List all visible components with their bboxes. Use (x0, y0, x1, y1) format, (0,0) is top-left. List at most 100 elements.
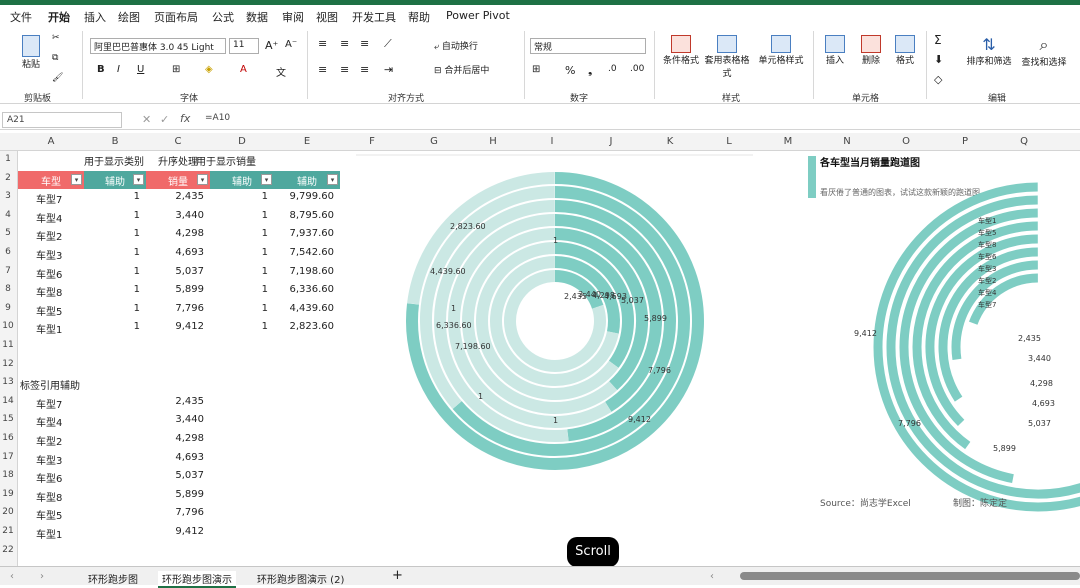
table-cell[interactable]: 车型8 (36, 284, 62, 299)
cell-style-button[interactable]: 单元格样式 (754, 35, 808, 66)
table-cell[interactable]: 5,037 (146, 266, 204, 277)
table-header-cell[interactable]: 车型 ▾ (18, 170, 84, 189)
column-header[interactable]: D (210, 136, 274, 147)
accounting-icon[interactable]: ⊞ (532, 64, 540, 75)
table-cell[interactable]: 1 (84, 266, 140, 277)
filter-dropdown-icon[interactable]: ▾ (197, 173, 208, 185)
column-header[interactable]: H (464, 136, 522, 147)
clear-icon[interactable]: ◇ (934, 73, 942, 86)
row-header[interactable]: 10 (0, 321, 16, 331)
horizontal-scrollbar[interactable] (740, 572, 1080, 580)
merge-center-button[interactable]: ⊟ 合并后居中 (434, 63, 489, 76)
row-header[interactable]: 5 (0, 228, 16, 238)
copy-icon[interactable]: ⧉ (52, 53, 58, 63)
row-header[interactable]: 1 (0, 154, 16, 164)
fx-icon[interactable]: fx (180, 112, 190, 125)
row-header[interactable]: 16 (0, 433, 16, 443)
aux-cell[interactable]: 车型4 (36, 414, 62, 429)
conditional-format-button[interactable]: 条件格式 (660, 35, 702, 66)
column-header[interactable]: C (146, 136, 210, 147)
menu-home[interactable]: 开始 (48, 9, 70, 25)
align-right-icon[interactable]: ≡ (360, 63, 369, 76)
sort-filter-button[interactable]: ⇅ 排序和筛选 (962, 35, 1016, 67)
table-cell[interactable]: 车型5 (36, 303, 62, 318)
menu-data[interactable]: 数据 (246, 9, 268, 25)
column-header[interactable]: K (640, 136, 700, 147)
delete-cells-button[interactable]: 删除 (856, 35, 886, 66)
menu-developer[interactable]: 开发工具 (352, 9, 396, 25)
table-cell[interactable]: 2,823.60 (274, 321, 334, 332)
table-header-cell[interactable]: 辅助 ▾ (210, 170, 274, 189)
menu-view[interactable]: 视图 (316, 9, 338, 25)
fill-icon[interactable]: ⬇ (934, 53, 943, 66)
table-cell[interactable]: 1 (210, 191, 268, 202)
align-middle-icon[interactable]: ≡ (340, 37, 349, 50)
menu-insert[interactable]: 插入 (84, 9, 106, 25)
row-header[interactable]: 18 (0, 470, 16, 480)
table-cell[interactable]: 1 (84, 284, 140, 295)
border-icon[interactable]: ⊞ (172, 64, 180, 75)
row-header[interactable]: 8 (0, 284, 16, 294)
aux-cell[interactable]: 车型7 (36, 396, 62, 411)
table-cell[interactable]: 1 (210, 247, 268, 258)
aux-cell[interactable]: 4,693 (146, 452, 204, 463)
align-bottom-icon[interactable]: ≡ (360, 37, 369, 50)
sheet-tab[interactable]: 环形跑步图 (88, 571, 138, 586)
menu-power-pivot[interactable]: Power Pivot (446, 9, 510, 22)
table-cell[interactable]: 1 (210, 266, 268, 277)
font-color-icon[interactable]: A (240, 64, 247, 75)
table-cell[interactable]: 7,796 (146, 303, 204, 314)
filter-dropdown-icon[interactable]: ▾ (261, 173, 272, 185)
table-cell[interactable]: 1 (84, 247, 140, 258)
aux-cell[interactable]: 2,435 (146, 396, 204, 407)
row-header[interactable]: 6 (0, 247, 16, 257)
table-cell[interactable]: 9,412 (146, 321, 204, 332)
table-header-cell[interactable]: 辅助 ▾ (274, 170, 340, 189)
fill-color-icon[interactable]: ◈ (205, 64, 213, 75)
table-cell[interactable]: 6,336.60 (274, 284, 334, 295)
column-header[interactable]: F (340, 136, 404, 147)
format-as-table-button[interactable]: 套用表格格式 (704, 35, 750, 79)
table-cell[interactable]: 1 (210, 303, 268, 314)
table-cell[interactable]: 车型6 (36, 266, 62, 281)
row-header[interactable]: 9 (0, 303, 16, 313)
column-header[interactable]: G (404, 136, 464, 147)
find-select-button[interactable]: ⌕ 查找和选择 (1018, 35, 1070, 68)
aux-cell[interactable]: 车型8 (36, 489, 62, 504)
filter-dropdown-icon[interactable]: ▾ (133, 173, 144, 185)
name-box[interactable]: A21 (2, 112, 122, 128)
orientation-icon[interactable]: ⟋ (384, 37, 392, 51)
sheet-tab[interactable]: 环形跑步图演示 (2) (257, 571, 344, 586)
menu-file[interactable]: 文件 (10, 9, 32, 25)
column-header[interactable]: Q (994, 136, 1054, 147)
table-cell[interactable]: 3,440 (146, 210, 204, 221)
column-header[interactable]: J (582, 136, 640, 147)
cut-icon[interactable]: ✂ (52, 33, 60, 43)
autosum-icon[interactable]: Σ (934, 33, 942, 47)
filter-dropdown-icon[interactable]: ▾ (327, 173, 338, 185)
indent-icon[interactable]: ⇥ (384, 63, 393, 76)
percent-icon[interactable]: % (565, 64, 575, 77)
wrap-text-button[interactable]: ⤶ 自动换行 (434, 39, 478, 52)
filter-dropdown-icon[interactable]: ▾ (71, 173, 82, 185)
decrease-decimal-icon[interactable]: .00 (630, 64, 644, 74)
row-header[interactable]: 2 (0, 173, 16, 183)
column-header[interactable]: N (818, 136, 876, 147)
table-cell[interactable]: 4,693 (146, 247, 204, 258)
comma-icon[interactable]: ❟ (588, 64, 592, 78)
enter-icon[interactable]: ✓ (160, 113, 169, 126)
aux-cell[interactable]: 3,440 (146, 414, 204, 425)
align-left-icon[interactable]: ≡ (318, 63, 327, 76)
table-cell[interactable]: 5,899 (146, 284, 204, 295)
table-cell[interactable]: 4,439.60 (274, 303, 334, 314)
table-cell[interactable]: 车型4 (36, 210, 62, 225)
row-header[interactable]: 21 (0, 526, 16, 536)
aux-cell[interactable]: 车型6 (36, 470, 62, 485)
align-center-icon[interactable]: ≡ (340, 63, 349, 76)
aux-cell[interactable]: 车型5 (36, 507, 62, 522)
menu-help[interactable]: 帮助 (408, 9, 430, 25)
aux-cell[interactable]: 车型2 (36, 433, 62, 448)
table-cell[interactable]: 9,799.60 (274, 191, 334, 202)
number-format-dropdown[interactable]: 常规 (530, 38, 646, 54)
table-header-cell[interactable]: 辅助 ▾ (84, 170, 146, 189)
